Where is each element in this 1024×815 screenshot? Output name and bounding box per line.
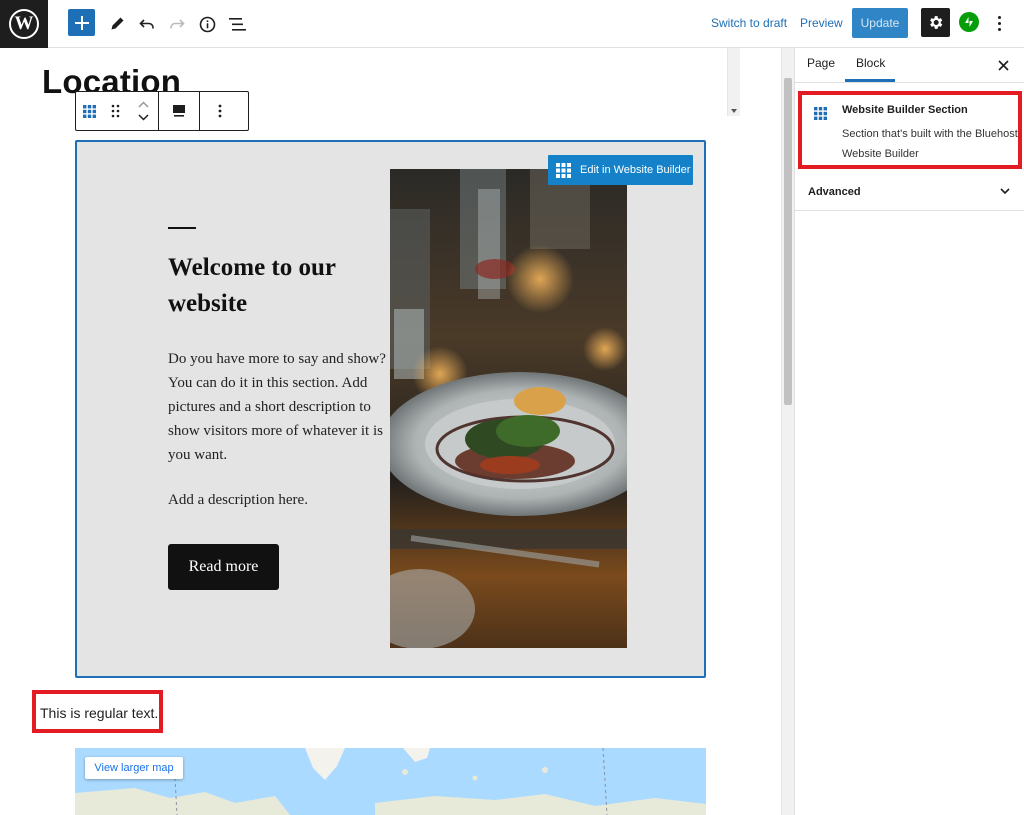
tab-page[interactable]: Page <box>807 56 835 70</box>
section-heading: Welcome to our website <box>168 254 336 317</box>
grid-block-icon <box>814 107 827 120</box>
switch-to-draft-button[interactable]: Switch to draft <box>711 16 787 30</box>
inner-scrollbar[interactable] <box>727 48 740 116</box>
block-card-title: Website Builder Section <box>842 104 968 116</box>
plus-icon <box>74 15 89 30</box>
move-block-buttons[interactable] <box>128 92 158 130</box>
food-photo <box>390 169 627 648</box>
chevron-down-icon <box>1000 188 1010 195</box>
editor-top-bar: W Switch to draft Preview Update <box>0 0 1024 48</box>
chevron-down-icon[interactable] <box>137 114 149 121</box>
regular-text-paragraph[interactable]: This is regular text. <box>40 705 158 721</box>
wordpress-logo-icon[interactable]: W <box>0 0 48 48</box>
block-toolbar-group-mover <box>76 92 159 130</box>
preview-button[interactable]: Preview <box>800 16 843 30</box>
read-more-button[interactable]: Read more <box>168 544 279 590</box>
section-description: Add a description here. <box>168 492 308 508</box>
editor-scrollbar[interactable] <box>781 48 794 815</box>
list-view-icon <box>228 17 246 31</box>
redo-button[interactable] <box>163 10 191 38</box>
gear-icon <box>930 16 943 29</box>
settings-button[interactable] <box>921 8 950 37</box>
section-body-text: Do you have more to say and show? You ca… <box>168 351 386 463</box>
block-type-button[interactable] <box>76 92 102 130</box>
pencil-icon <box>111 17 124 30</box>
edit-in-website-builder-label: Edit in Website Builder <box>580 164 691 176</box>
undo-button[interactable] <box>133 10 161 38</box>
add-block-button[interactable] <box>68 9 95 36</box>
redo-icon <box>170 19 185 29</box>
close-icon[interactable] <box>998 60 1009 71</box>
undo-icon <box>139 19 154 29</box>
settings-sidebar: Page Block Website Builder Section Secti… <box>794 48 1024 815</box>
align-icon <box>173 105 185 117</box>
block-card-description: Section that's built with the Bluehost W… <box>842 128 1018 160</box>
jetpack-icon <box>965 17 973 27</box>
drag-handle-icon <box>111 104 119 118</box>
list-view-button[interactable] <box>223 10 251 38</box>
more-vertical-icon <box>218 104 222 118</box>
grid-block-icon <box>556 162 571 178</box>
chevron-up-icon[interactable] <box>137 101 149 108</box>
block-options-button[interactable] <box>200 92 240 130</box>
align-button[interactable] <box>159 92 199 130</box>
block-toolbar <box>75 91 249 131</box>
active-tab-indicator <box>845 79 895 82</box>
drag-handle[interactable] <box>102 92 128 130</box>
jetpack-button[interactable] <box>959 12 979 32</box>
block-card: Website Builder Section Section that's b… <box>798 91 1022 169</box>
block-toolbar-group-align <box>159 92 200 130</box>
advanced-label: Advanced <box>808 186 861 198</box>
editor-canvas: Location Edit in Website Builder Welcome… <box>0 48 794 815</box>
decorative-dash <box>168 227 196 229</box>
edit-in-website-builder-button[interactable]: Edit in Website Builder <box>548 155 693 185</box>
view-larger-map-link[interactable]: View larger map <box>85 757 183 779</box>
info-icon <box>199 16 215 32</box>
sidebar-tabs: Page Block <box>795 48 1024 83</box>
details-button[interactable] <box>193 10 221 38</box>
grid-block-icon <box>82 104 96 118</box>
block-toolbar-group-more <box>200 92 240 130</box>
update-button[interactable]: Update <box>852 8 908 38</box>
tab-block[interactable]: Block <box>856 56 885 70</box>
advanced-panel-toggle[interactable]: Advanced <box>795 175 1024 211</box>
embedded-map[interactable]: View larger map <box>75 748 706 815</box>
more-vertical-icon[interactable] <box>992 12 1006 34</box>
website-builder-section-block[interactable]: Edit in Website Builder Welcome to our w… <box>75 140 706 678</box>
tools-button[interactable] <box>103 10 131 38</box>
